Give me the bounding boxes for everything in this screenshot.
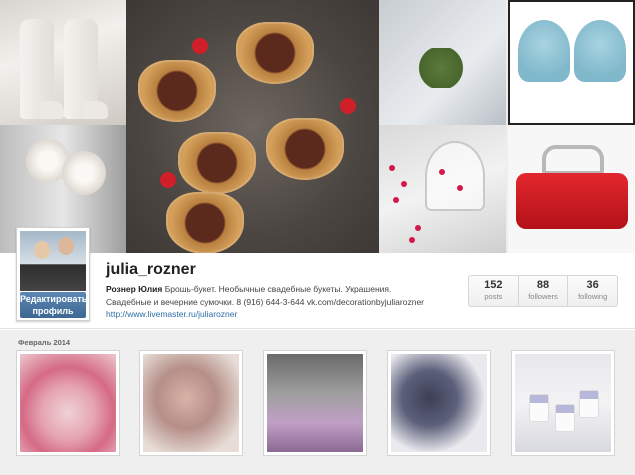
profile-bio: Рознер Юлия Брошь-букет. Необычные сваде… xyxy=(106,283,446,309)
profile-info-bar: Редактировать профиль julia_rozner Розне… xyxy=(0,227,635,329)
header-photo-pastries[interactable] xyxy=(126,0,379,253)
pomegranate-seed xyxy=(389,165,395,171)
pastry-heart xyxy=(266,118,344,180)
pastry-heart xyxy=(138,60,216,122)
boot-shape xyxy=(20,19,64,119)
stat-label: followers xyxy=(528,292,558,301)
month-label: Февраль 2014 xyxy=(18,338,71,347)
pomegranate-seed xyxy=(409,237,415,243)
dessert-cup xyxy=(555,404,575,432)
photo-feed: Февраль 2014 xyxy=(0,330,635,475)
header-photo-red-clutch[interactable] xyxy=(508,125,635,253)
pomegranate-seed xyxy=(401,181,407,187)
profile-header-mosaic xyxy=(0,0,635,253)
pastry-heart xyxy=(178,132,256,194)
photo-image xyxy=(20,354,116,452)
beaded-cup xyxy=(574,20,626,82)
strawberry xyxy=(160,172,176,188)
feed-photo-brooch-bouquet[interactable] xyxy=(139,350,243,456)
edit-profile-button[interactable]: Редактировать профиль xyxy=(20,292,87,318)
photo-image xyxy=(267,354,363,452)
glass-shape xyxy=(425,141,485,211)
feed-photo-navy-bouquet[interactable] xyxy=(387,350,491,456)
red-clutch xyxy=(516,173,628,229)
feed-photo-champagne[interactable] xyxy=(263,350,367,456)
header-photo-beaded-cups[interactable] xyxy=(508,0,635,125)
stat-label: following xyxy=(578,292,608,301)
website-link[interactable]: http://www.livemaster.ru/juliarozner xyxy=(106,309,237,319)
header-photo-boots[interactable] xyxy=(0,0,126,125)
avatar-face xyxy=(34,241,50,259)
clutch-ring-handle xyxy=(542,145,604,175)
beaded-cup xyxy=(518,20,570,82)
pomegranate-seed xyxy=(393,197,399,203)
stat-label: posts xyxy=(484,292,503,301)
username: julia_rozner xyxy=(106,261,196,278)
wreath-shape xyxy=(411,48,471,88)
dessert-cup xyxy=(579,390,599,418)
photo-image xyxy=(515,354,611,452)
bio-line-1: Брошь-букет. Необычные свадебные букеты.… xyxy=(162,284,392,294)
stat-followers[interactable]: 88 followers xyxy=(519,276,569,306)
stat-value: 152 xyxy=(484,279,503,291)
avatar-face xyxy=(58,237,74,255)
stat-following[interactable]: 36 following xyxy=(568,276,617,306)
header-photo-pomegranate[interactable] xyxy=(379,125,506,253)
dessert-cup xyxy=(529,394,549,422)
stat-posts[interactable]: 152 posts xyxy=(469,276,519,306)
pastry-heart xyxy=(166,192,244,253)
feed-photo-pink-cake[interactable] xyxy=(16,350,120,456)
feed-photo-desserts[interactable] xyxy=(511,350,615,456)
boot-shape xyxy=(64,19,108,119)
photo-image xyxy=(391,354,487,452)
pastry-heart xyxy=(236,22,314,84)
pomegranate-seed xyxy=(439,169,445,175)
bio-line-2: Свадебные и вечерние сумочки. 8 (916) 64… xyxy=(106,297,425,307)
stat-value: 36 xyxy=(586,279,599,291)
fabric-flower xyxy=(62,151,106,195)
stat-value: 88 xyxy=(536,279,550,291)
photo-image xyxy=(143,354,239,452)
header-photo-wreath[interactable] xyxy=(379,0,506,125)
avatar[interactable] xyxy=(20,231,86,291)
strawberry xyxy=(192,38,208,54)
pomegranate-seed xyxy=(457,185,463,191)
avatar-card: Редактировать профиль xyxy=(16,227,90,321)
strawberry xyxy=(340,98,356,114)
profile-stats: 152 posts 88 followers 36 following xyxy=(468,275,618,307)
profile-full-name: Рознер Юлия xyxy=(106,284,163,294)
pomegranate-seed xyxy=(415,225,421,231)
